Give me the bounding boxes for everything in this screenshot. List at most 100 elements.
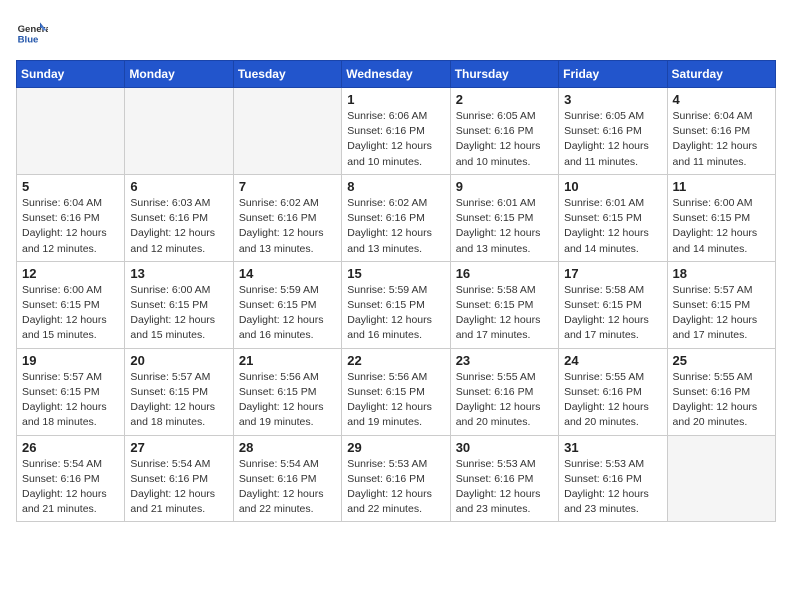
day-number: 12 bbox=[22, 266, 119, 281]
day-info: Sunrise: 6:05 AMSunset: 6:16 PMDaylight:… bbox=[456, 109, 553, 170]
day-number: 22 bbox=[347, 353, 444, 368]
week-row-2: 5Sunrise: 6:04 AMSunset: 6:16 PMDaylight… bbox=[17, 174, 776, 261]
day-info: Sunrise: 6:00 AMSunset: 6:15 PMDaylight:… bbox=[22, 283, 119, 344]
day-info: Sunrise: 6:06 AMSunset: 6:16 PMDaylight:… bbox=[347, 109, 444, 170]
day-info: Sunrise: 6:01 AMSunset: 6:15 PMDaylight:… bbox=[564, 196, 661, 257]
weekday-header-monday: Monday bbox=[125, 61, 233, 88]
weekday-header-wednesday: Wednesday bbox=[342, 61, 450, 88]
day-info: Sunrise: 5:57 AMSunset: 6:15 PMDaylight:… bbox=[130, 370, 227, 431]
day-info: Sunrise: 6:04 AMSunset: 6:16 PMDaylight:… bbox=[22, 196, 119, 257]
day-cell: 16 Sunrise: 5:58 AMSunset: 6:15 PMDayligh… bbox=[450, 261, 558, 348]
day-number: 28 bbox=[239, 440, 336, 455]
day-cell: 17 Sunrise: 5:58 AMSunset: 6:15 PMDayligh… bbox=[559, 261, 667, 348]
day-number: 25 bbox=[673, 353, 770, 368]
day-info: Sunrise: 5:53 AMSunset: 6:16 PMDaylight:… bbox=[347, 457, 444, 518]
day-info: Sunrise: 5:56 AMSunset: 6:15 PMDaylight:… bbox=[239, 370, 336, 431]
day-cell: 18 Sunrise: 5:57 AMSunset: 6:15 PMDayligh… bbox=[667, 261, 775, 348]
weekday-header-row: SundayMondayTuesdayWednesdayThursdayFrid… bbox=[17, 61, 776, 88]
day-number: 20 bbox=[130, 353, 227, 368]
day-number: 1 bbox=[347, 92, 444, 107]
day-number: 26 bbox=[22, 440, 119, 455]
day-cell: 29 Sunrise: 5:53 AMSunset: 6:16 PMDayligh… bbox=[342, 435, 450, 522]
day-info: Sunrise: 5:55 AMSunset: 6:16 PMDaylight:… bbox=[564, 370, 661, 431]
day-cell bbox=[125, 88, 233, 175]
day-number: 10 bbox=[564, 179, 661, 194]
week-row-4: 19 Sunrise: 5:57 AMSunset: 6:15 PMDayligh… bbox=[17, 348, 776, 435]
day-cell: 31Sunrise: 5:53 AMSunset: 6:16 PMDayligh… bbox=[559, 435, 667, 522]
day-info: Sunrise: 5:58 AMSunset: 6:15 PMDaylight:… bbox=[564, 283, 661, 344]
day-cell bbox=[233, 88, 341, 175]
day-cell bbox=[667, 435, 775, 522]
day-number: 13 bbox=[130, 266, 227, 281]
day-cell: 14 Sunrise: 5:59 AMSunset: 6:15 PMDayligh… bbox=[233, 261, 341, 348]
day-number: 29 bbox=[347, 440, 444, 455]
day-cell: 8 Sunrise: 6:02 AMSunset: 6:16 PMDaylight… bbox=[342, 174, 450, 261]
day-cell: 2Sunrise: 6:05 AMSunset: 6:16 PMDaylight… bbox=[450, 88, 558, 175]
day-number: 30 bbox=[456, 440, 553, 455]
day-cell: 15Sunrise: 5:59 AMSunset: 6:15 PMDayligh… bbox=[342, 261, 450, 348]
day-cell: 23Sunrise: 5:55 AMSunset: 6:16 PMDayligh… bbox=[450, 348, 558, 435]
day-cell: 4 Sunrise: 6:04 AMSunset: 6:16 PMDaylight… bbox=[667, 88, 775, 175]
day-number: 7 bbox=[239, 179, 336, 194]
day-number: 9 bbox=[456, 179, 553, 194]
day-info: Sunrise: 5:54 AMSunset: 6:16 PMDaylight:… bbox=[239, 457, 336, 518]
day-info: Sunrise: 5:56 AMSunset: 6:15 PMDaylight:… bbox=[347, 370, 444, 431]
day-info: Sunrise: 6:05 AMSunset: 6:16 PMDaylight:… bbox=[564, 109, 661, 170]
day-info: Sunrise: 5:59 AMSunset: 6:15 PMDaylight:… bbox=[239, 283, 336, 344]
day-info: Sunrise: 5:53 AMSunset: 6:16 PMDaylight:… bbox=[456, 457, 553, 518]
day-number: 17 bbox=[564, 266, 661, 281]
header: General Blue bbox=[16, 16, 776, 48]
day-cell: 20 Sunrise: 5:57 AMSunset: 6:15 PMDayligh… bbox=[125, 348, 233, 435]
day-cell: 3 Sunrise: 6:05 AMSunset: 6:16 PMDaylight… bbox=[559, 88, 667, 175]
day-number: 14 bbox=[239, 266, 336, 281]
day-number: 21 bbox=[239, 353, 336, 368]
day-cell: 21 Sunrise: 5:56 AMSunset: 6:15 PMDayligh… bbox=[233, 348, 341, 435]
day-cell: 22 Sunrise: 5:56 AMSunset: 6:15 PMDayligh… bbox=[342, 348, 450, 435]
day-info: Sunrise: 5:57 AMSunset: 6:15 PMDaylight:… bbox=[22, 370, 119, 431]
day-info: Sunrise: 5:54 AMSunset: 6:16 PMDaylight:… bbox=[130, 457, 227, 518]
day-number: 4 bbox=[673, 92, 770, 107]
day-cell: 24 Sunrise: 5:55 AMSunset: 6:16 PMDayligh… bbox=[559, 348, 667, 435]
day-info: Sunrise: 5:53 AMSunset: 6:16 PMDaylight:… bbox=[564, 457, 661, 518]
day-info: Sunrise: 5:55 AMSunset: 6:16 PMDaylight:… bbox=[673, 370, 770, 431]
day-number: 24 bbox=[564, 353, 661, 368]
day-info: Sunrise: 6:01 AMSunset: 6:15 PMDaylight:… bbox=[456, 196, 553, 257]
day-cell: 7 Sunrise: 6:02 AMSunset: 6:16 PMDaylight… bbox=[233, 174, 341, 261]
day-cell: 10 Sunrise: 6:01 AMSunset: 6:15 PMDayligh… bbox=[559, 174, 667, 261]
day-number: 8 bbox=[347, 179, 444, 194]
weekday-header-tuesday: Tuesday bbox=[233, 61, 341, 88]
day-info: Sunrise: 6:02 AMSunset: 6:16 PMDaylight:… bbox=[347, 196, 444, 257]
day-number: 27 bbox=[130, 440, 227, 455]
day-number: 16 bbox=[456, 266, 553, 281]
day-cell: 12 Sunrise: 6:00 AMSunset: 6:15 PMDayligh… bbox=[17, 261, 125, 348]
day-number: 18 bbox=[673, 266, 770, 281]
day-cell: 6 Sunrise: 6:03 AMSunset: 6:16 PMDaylight… bbox=[125, 174, 233, 261]
day-cell: 25 Sunrise: 5:55 AMSunset: 6:16 PMDayligh… bbox=[667, 348, 775, 435]
day-number: 15 bbox=[347, 266, 444, 281]
day-info: Sunrise: 5:57 AMSunset: 6:15 PMDaylight:… bbox=[673, 283, 770, 344]
day-info: Sunrise: 6:03 AMSunset: 6:16 PMDaylight:… bbox=[130, 196, 227, 257]
day-info: Sunrise: 5:58 AMSunset: 6:15 PMDaylight:… bbox=[456, 283, 553, 344]
day-cell: 28 Sunrise: 5:54 AMSunset: 6:16 PMDayligh… bbox=[233, 435, 341, 522]
week-row-1: 1 Sunrise: 6:06 AMSunset: 6:16 PMDaylight… bbox=[17, 88, 776, 175]
day-number: 19 bbox=[22, 353, 119, 368]
day-cell: 30 Sunrise: 5:53 AMSunset: 6:16 PMDayligh… bbox=[450, 435, 558, 522]
day-cell: 5Sunrise: 6:04 AMSunset: 6:16 PMDaylight… bbox=[17, 174, 125, 261]
day-cell: 11 Sunrise: 6:00 AMSunset: 6:15 PMDayligh… bbox=[667, 174, 775, 261]
day-cell: 1 Sunrise: 6:06 AMSunset: 6:16 PMDaylight… bbox=[342, 88, 450, 175]
week-row-5: 26 Sunrise: 5:54 AMSunset: 6:16 PMDayligh… bbox=[17, 435, 776, 522]
day-cell: 26 Sunrise: 5:54 AMSunset: 6:16 PMDayligh… bbox=[17, 435, 125, 522]
day-info: Sunrise: 6:00 AMSunset: 6:15 PMDaylight:… bbox=[673, 196, 770, 257]
svg-text:Blue: Blue bbox=[18, 34, 39, 45]
day-info: Sunrise: 6:04 AMSunset: 6:16 PMDaylight:… bbox=[673, 109, 770, 170]
day-info: Sunrise: 6:02 AMSunset: 6:16 PMDaylight:… bbox=[239, 196, 336, 257]
day-info: Sunrise: 5:54 AMSunset: 6:16 PMDaylight:… bbox=[22, 457, 119, 518]
day-cell: 27 Sunrise: 5:54 AMSunset: 6:16 PMDayligh… bbox=[125, 435, 233, 522]
day-number: 3 bbox=[564, 92, 661, 107]
day-number: 11 bbox=[673, 179, 770, 194]
logo: General Blue bbox=[16, 16, 52, 48]
day-cell bbox=[17, 88, 125, 175]
logo-icon: General Blue bbox=[16, 16, 48, 48]
weekday-header-sunday: Sunday bbox=[17, 61, 125, 88]
day-number: 6 bbox=[130, 179, 227, 194]
